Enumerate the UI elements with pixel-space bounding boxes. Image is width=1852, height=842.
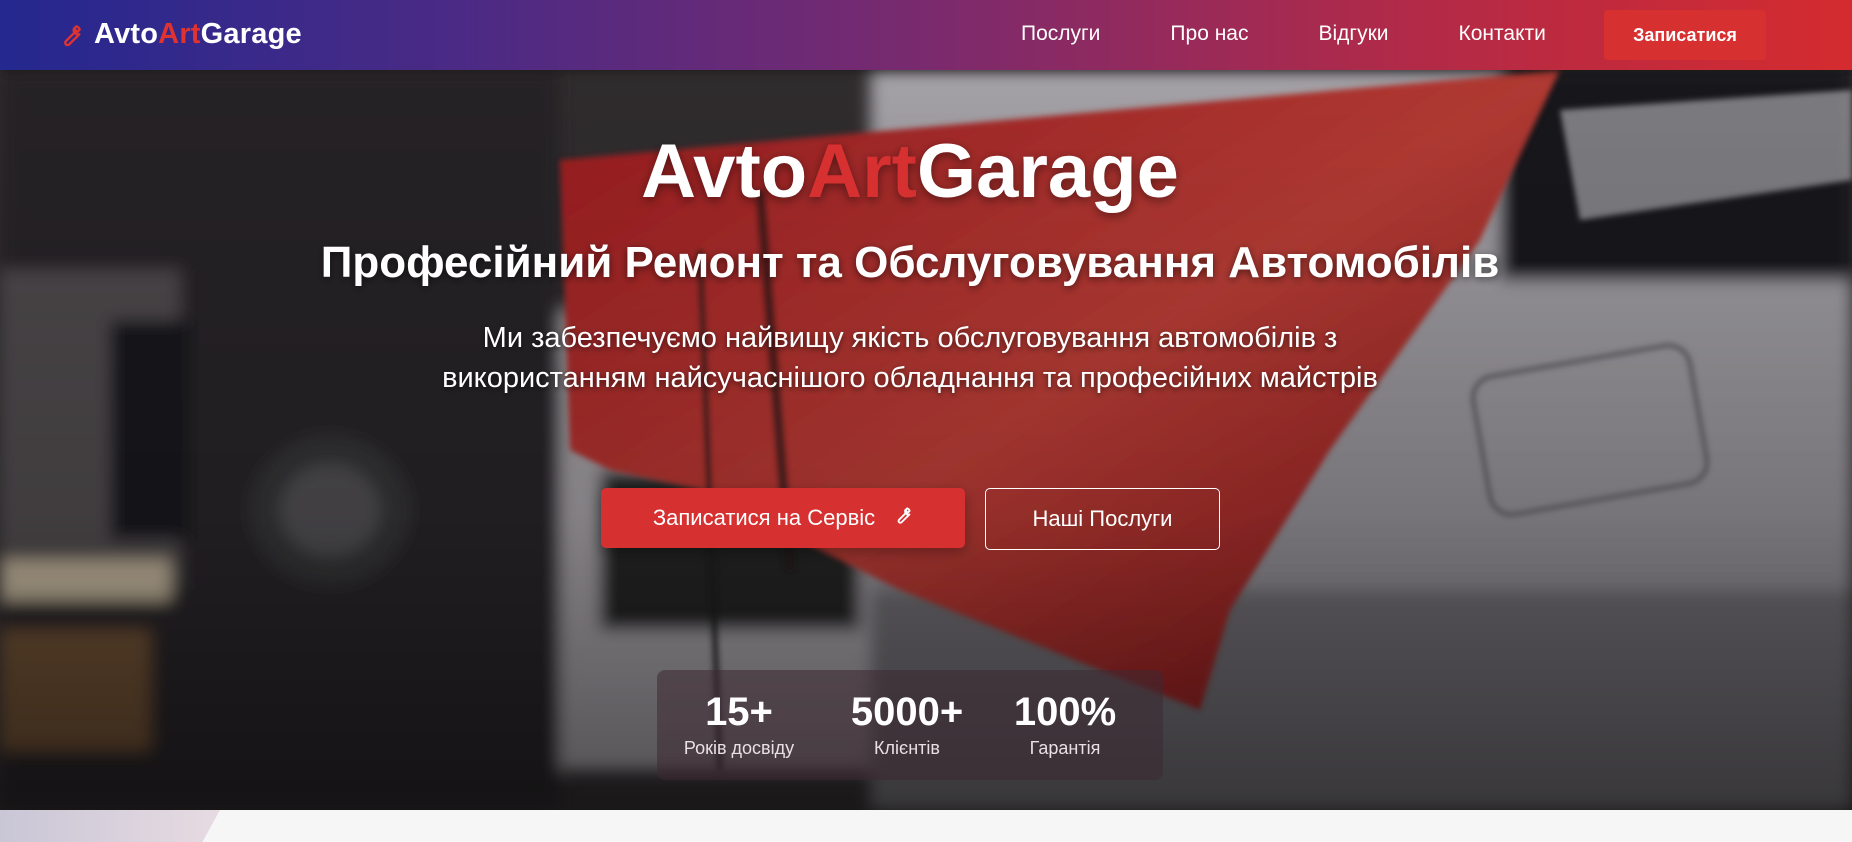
stat-value: 5000+ (850, 690, 964, 734)
stat-label: Клієнтів (874, 738, 940, 758)
next-section-edge (0, 810, 1852, 842)
our-services-button[interactable]: Наші Послуги (985, 488, 1220, 550)
decorative-wedge (0, 810, 220, 842)
stat-label: Років досвіду (683, 738, 795, 758)
nav-link-about[interactable]: Про нас (1170, 22, 1248, 46)
wrench-icon (893, 505, 913, 531)
signup-button[interactable]: Записатися (1604, 10, 1766, 60)
hero-description: Ми забезпечуємо найвищу якість обслугову… (442, 322, 1378, 394)
navbar: AvtoArtGarage Послуги Про нас Відгуки Ко… (0, 0, 1852, 70)
nav-link-reviews[interactable]: Відгуки (1319, 22, 1389, 46)
nav-links: Послуги Про нас Відгуки Контакти (1021, 22, 1616, 46)
wrench-icon (58, 22, 84, 48)
hero-section: AvtoArtGarage Професійний Ремонт та Обсл… (0, 70, 1852, 810)
stat-experience: 15+ Років досвіду (673, 690, 805, 759)
stat-value: 15+ (705, 690, 773, 734)
stat-value: 100% (1013, 690, 1117, 734)
brand-name: AvtoArtGarage (94, 18, 302, 50)
book-service-button[interactable]: Записатися на Сервіс (601, 488, 965, 548)
brand-logo[interactable]: AvtoArtGarage (58, 18, 302, 51)
book-service-label: Записатися на Сервіс (652, 505, 876, 530)
stats-panel: 15+ Років досвіду 5000+ Клієнтів 100% Га… (657, 670, 1163, 780)
hero-subtitle: Професійний Ремонт та Обслуговування Авт… (320, 238, 1500, 287)
stat-guarantee: 100% Гарантія (1005, 690, 1125, 759)
stat-label: Гарантія (1029, 738, 1101, 758)
nav-link-contacts[interactable]: Контакти (1459, 22, 1546, 46)
nav-link-services[interactable]: Послуги (1021, 22, 1100, 46)
hero-title: AvtoArtGarage (641, 129, 1179, 214)
stat-clients: 5000+ Клієнтів (842, 690, 972, 759)
